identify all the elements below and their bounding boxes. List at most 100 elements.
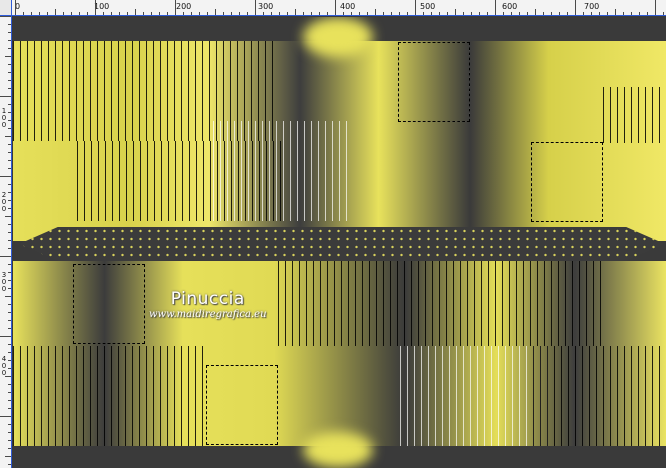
ruler-tick — [151, 12, 152, 15]
ruler-tick — [663, 12, 664, 15]
watermark-url: www.maidiregrafica.eu — [149, 309, 267, 320]
ruler-tick — [8, 224, 11, 225]
lower-light-stripes — [400, 346, 550, 446]
ruler-corner — [0, 0, 12, 16]
ruler-tick — [479, 12, 480, 15]
ruler-label: 200 — [1, 191, 7, 213]
top-glow — [303, 17, 373, 57]
ruler-label: 300 — [1, 271, 7, 293]
ruler-tick — [519, 12, 520, 15]
ruler-tick — [5, 376, 11, 377]
ruler-tick — [0, 96, 11, 97]
ruler-tick — [5, 456, 11, 457]
ruler-tick — [383, 12, 384, 15]
ruler-tick — [231, 12, 232, 15]
ruler-tick — [47, 12, 48, 15]
ruler-tick — [5, 216, 11, 217]
ruler-tick — [8, 464, 11, 465]
vertical-ruler[interactable]: 100 200 300 400 — [0, 16, 12, 468]
watermark: Pinuccia www.maidiregrafica.eu — [149, 289, 267, 320]
ruler-tick — [63, 12, 64, 15]
ruler-tick — [8, 400, 11, 401]
selection-marquee[interactable] — [73, 264, 145, 344]
ruler-tick — [407, 12, 408, 15]
horizontal-ruler[interactable]: 0 100 200 300 400 500 600 700 — [0, 0, 666, 16]
ruler-tick — [271, 12, 272, 15]
ruler-tick — [8, 312, 11, 313]
ruler-tick — [167, 12, 168, 15]
ruler-tick — [8, 120, 11, 121]
ruler-tick — [8, 432, 11, 433]
ruler-tick — [319, 12, 320, 15]
ruler-tick — [175, 0, 176, 15]
image-canvas[interactable]: Pinuccia www.maidiregrafica.eu — [13, 17, 666, 468]
ruler-tick — [599, 12, 600, 15]
ruler-tick — [8, 208, 11, 209]
ruler-tick — [287, 12, 288, 15]
ruler-tick — [8, 240, 11, 241]
ruler-tick — [487, 12, 488, 15]
ruler-tick — [8, 160, 11, 161]
ruler-tick — [8, 152, 11, 153]
ruler-tick — [0, 16, 11, 17]
ruler-tick — [8, 384, 11, 385]
ruler-tick — [535, 9, 536, 15]
ruler-tick — [8, 128, 11, 129]
ruler-tick — [639, 12, 640, 15]
ruler-tick — [279, 12, 280, 15]
ruler-tick — [255, 0, 256, 15]
ruler-tick — [463, 12, 464, 15]
ruler-tick — [8, 272, 11, 273]
dotted-spark-band — [19, 227, 665, 261]
ruler-tick — [367, 12, 368, 15]
ruler-tick — [431, 12, 432, 15]
ruler-tick — [0, 176, 11, 177]
ruler-tick — [8, 408, 11, 409]
ruler-tick — [423, 12, 424, 15]
ruler-tick — [8, 80, 11, 81]
ruler-tick — [8, 288, 11, 289]
ruler-tick — [8, 304, 11, 305]
lower-right-stripes — [533, 346, 666, 446]
ruler-tick — [239, 12, 240, 15]
ruler-tick — [87, 12, 88, 15]
ruler-tick — [8, 64, 11, 65]
ruler-tick — [327, 12, 328, 15]
ruler-label: 600 — [502, 2, 518, 11]
ruler-tick — [8, 144, 11, 145]
ruler-tick — [135, 9, 136, 15]
ruler-tick — [295, 9, 296, 15]
ruler-tick — [31, 12, 32, 15]
ruler-tick — [8, 344, 11, 345]
ruler-tick — [183, 12, 184, 15]
ruler-tick — [647, 12, 648, 15]
ruler-tick — [607, 12, 608, 15]
selection-marquee[interactable] — [206, 365, 278, 445]
ruler-tick — [0, 416, 11, 417]
ruler-tick — [127, 12, 128, 15]
ruler-tick — [5, 56, 11, 57]
ruler-tick — [567, 12, 568, 15]
ruler-tick — [23, 12, 24, 15]
ruler-tick — [8, 392, 11, 393]
ruler-tick — [543, 12, 544, 15]
ruler-tick — [559, 12, 560, 15]
ruler-tick — [495, 0, 496, 15]
ruler-tick — [0, 336, 11, 337]
ruler-tick — [8, 72, 11, 73]
selection-marquee[interactable] — [531, 142, 603, 222]
ruler-tick — [143, 12, 144, 15]
ruler-tick — [95, 0, 96, 15]
ruler-tick — [8, 368, 11, 369]
ruler-tick — [343, 12, 344, 15]
ruler-tick — [223, 12, 224, 15]
ruler-tick — [8, 48, 11, 49]
upper-mid-stripes — [77, 141, 287, 221]
ruler-tick — [199, 12, 200, 15]
ruler-tick — [8, 352, 11, 353]
selection-marquee[interactable] — [398, 42, 470, 122]
ruler-tick — [351, 12, 352, 15]
ruler-tick — [5, 296, 11, 297]
ruler-tick — [79, 12, 80, 15]
ruler-tick — [247, 12, 248, 15]
